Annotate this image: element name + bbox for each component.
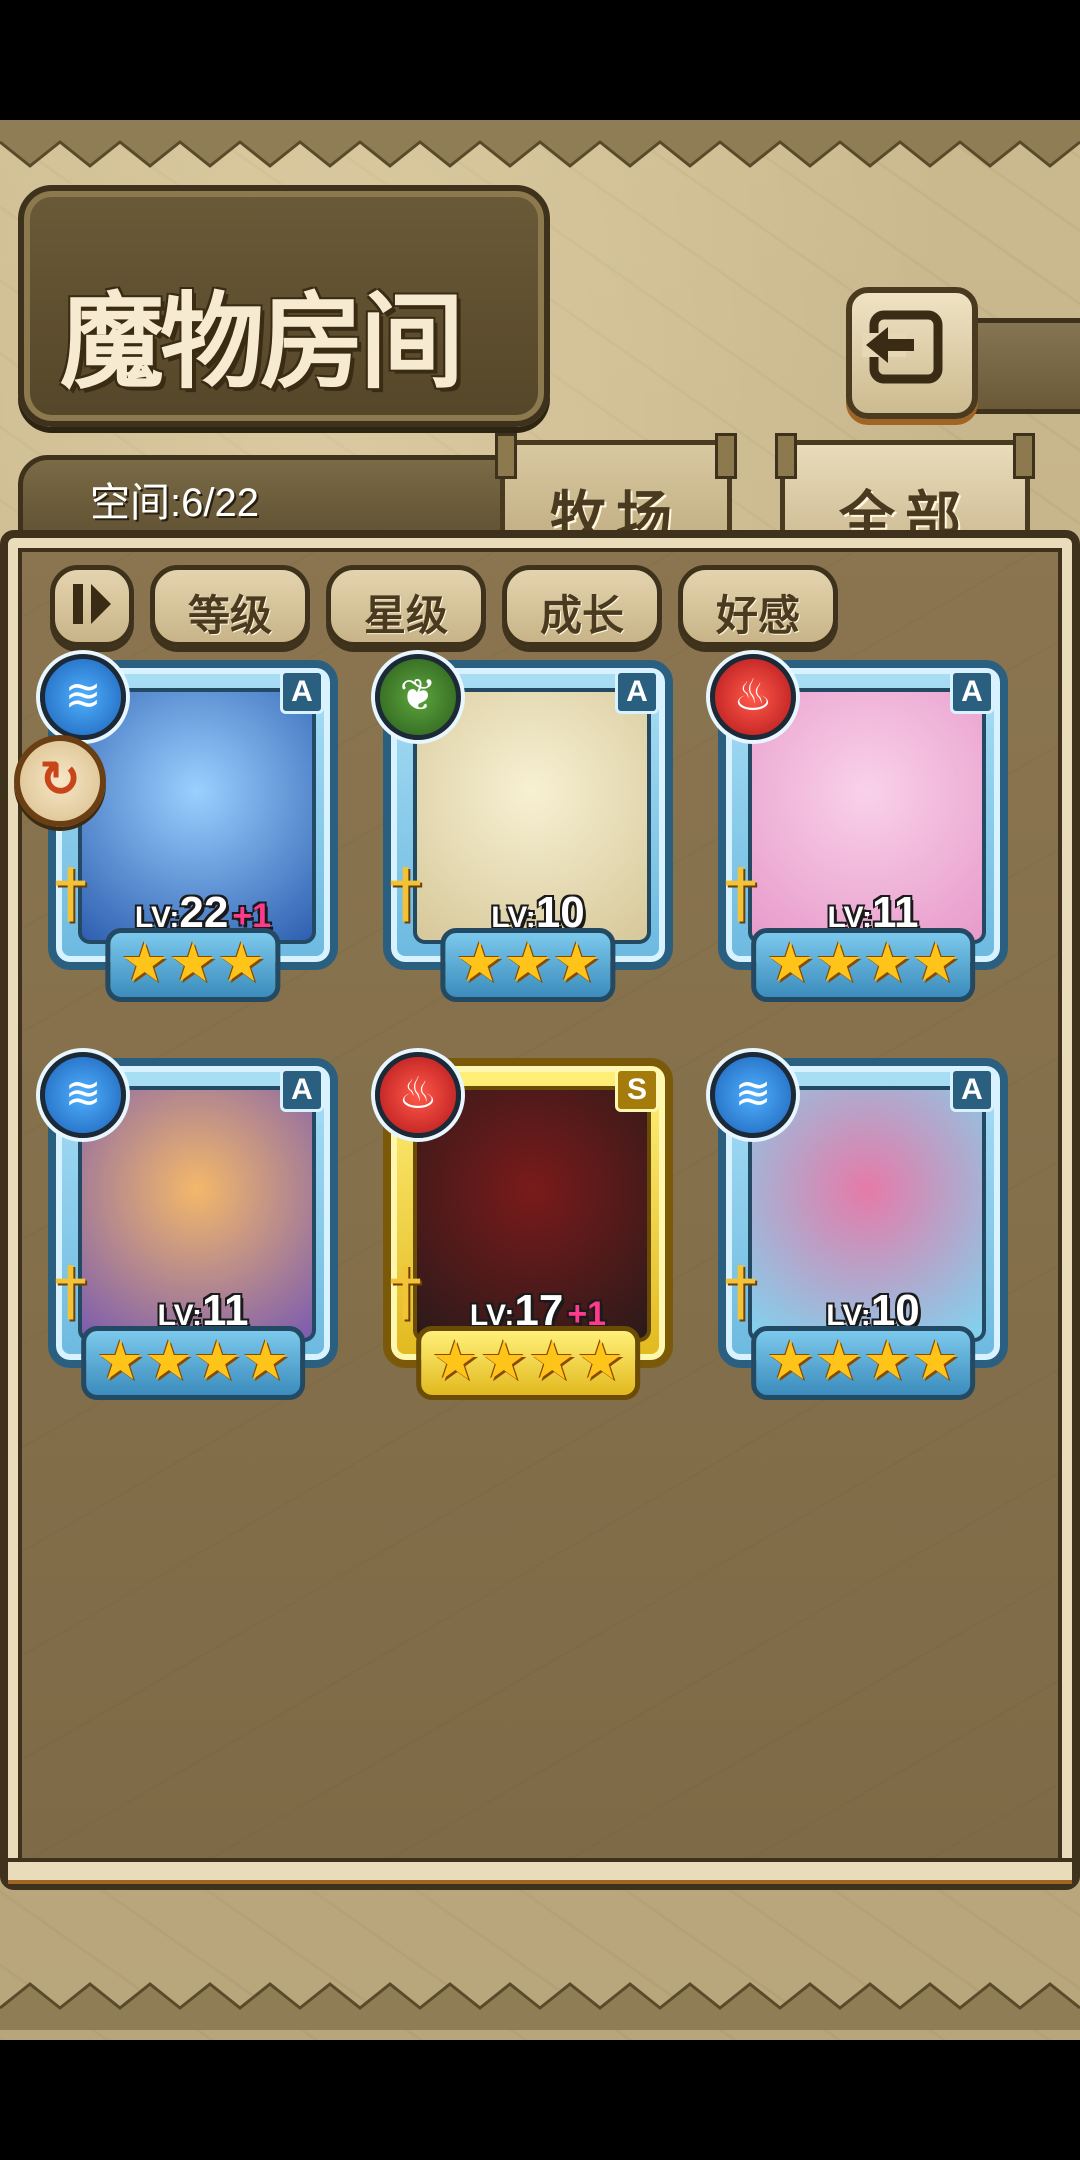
rank-badge: S [615,1068,659,1112]
wood-element-icon: ❦ [375,654,461,740]
zigzag-border-bottom [0,1982,1080,2030]
star-icon: ★ [96,1329,145,1392]
rank-badge: A [615,670,659,714]
star-icon: ★ [911,1329,960,1392]
page-title: 魔物房间 [60,280,464,403]
star-icon: ★ [120,931,169,994]
water-element-icon: ≋ [710,1052,796,1138]
fire-element-icon: ♨ [375,1052,461,1138]
star-icon: ★ [241,1329,290,1392]
sort-growth-button[interactable]: 成长 [502,565,662,647]
star-rating: ★★★ [440,928,616,1002]
star-icon: ★ [455,931,504,994]
water-element-icon: ≋ [40,654,126,740]
monster-card[interactable]: A ≋ † LV:10 ★★★★ [710,1052,1008,1403]
star-icon: ★ [863,1329,912,1392]
star-icon: ★ [576,1329,625,1392]
star-icon: ★ [814,1329,863,1392]
star-icon: ★ [168,931,218,994]
sort-order-icon [73,584,111,624]
fire-element-icon: ♨ [710,654,796,740]
sort-level-label: 等级 [187,591,272,640]
rank-badge: A [950,1068,994,1112]
sort-affection-button[interactable]: 好感 [678,565,838,647]
storage-space-text: 空间:6/22 [90,481,259,525]
star-rating: ★★★★ [416,1326,640,1400]
rank-badge: A [280,1068,324,1112]
star-rating: ★★★★ [751,928,975,1002]
back-button[interactable] [846,287,978,419]
rank-badge: A [280,670,324,714]
monster-card[interactable]: A ≋ † LV:22 +1 ★★★ [40,654,338,1005]
star-icon: ★ [503,931,553,994]
sort-affection-label: 好感 [715,591,800,640]
sort-level-button[interactable]: 等级 [150,565,310,647]
star-icon: ★ [193,1329,242,1392]
star-icon: ★ [766,1329,815,1392]
sort-order-button[interactable] [50,565,134,647]
monster-card[interactable]: A ≋ † LV:11 ★★★★ [40,1052,338,1403]
star-icon: ★ [217,931,266,994]
star-icon: ★ [766,931,815,994]
star-rating: ★★★ [105,928,281,1002]
star-icon: ★ [814,931,863,994]
monster-card[interactable]: A ❦ † LV:10 ★★★ [375,654,673,1005]
water-element-icon: ≋ [40,1052,126,1138]
sort-star-button[interactable]: 星级 [326,565,486,647]
star-rating: ★★★★ [81,1326,305,1400]
pin-arrow-icon: ↻ [39,750,81,808]
monster-card[interactable]: S ♨ † LV:17 +1 ★★★★ [375,1052,673,1403]
zigzag-border-top [0,120,1080,168]
pin-arrow-button[interactable]: ↻ [14,735,106,827]
sort-star-label: 星级 [363,591,448,640]
star-icon: ★ [528,1329,577,1392]
panel-bottom-strip [8,1858,1072,1884]
star-icon: ★ [863,931,912,994]
star-icon: ★ [552,931,601,994]
star-icon: ★ [144,1329,193,1392]
return-arrow-icon [862,310,943,384]
rank-badge: A [950,670,994,714]
star-rating: ★★★★ [751,1326,975,1400]
star-icon: ★ [911,931,960,994]
monster-card[interactable]: A ♨ † LV:11 ★★★★ [710,654,1008,1005]
star-icon: ★ [479,1329,528,1392]
star-icon: ★ [431,1329,480,1392]
sort-growth-label: 成长 [539,591,624,640]
back-rail [960,318,1080,414]
